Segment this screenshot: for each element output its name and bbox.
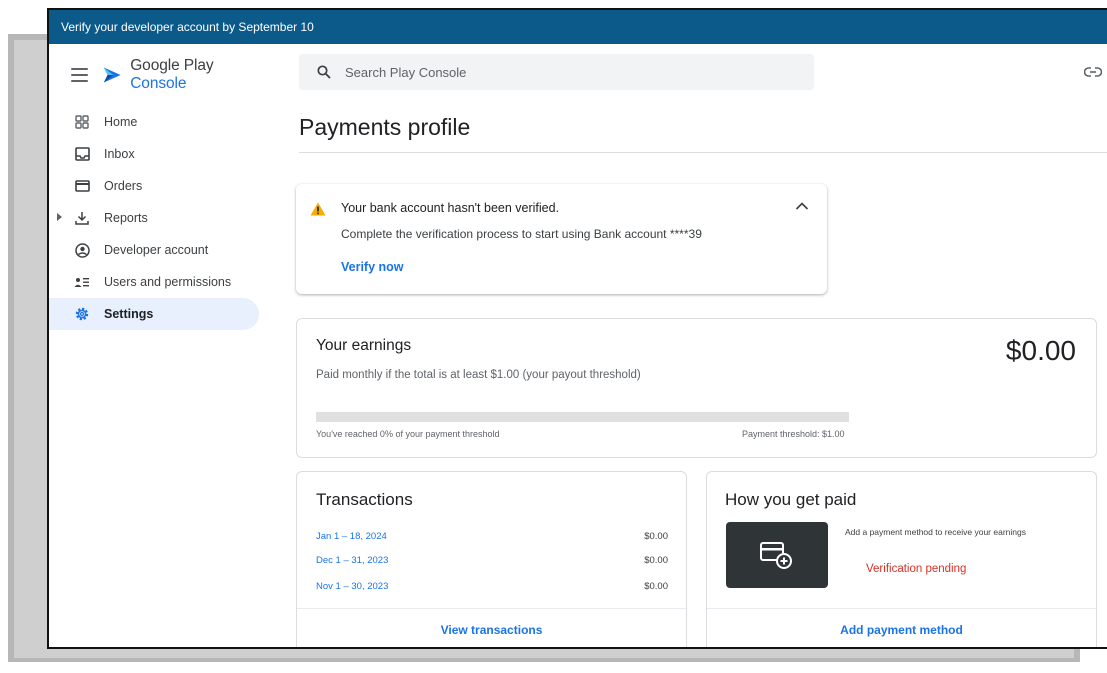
earnings-title: Your earnings — [316, 337, 412, 354]
transaction-period[interactable]: Jan 1 – 18, 2024 — [316, 531, 387, 542]
gear-icon — [74, 306, 90, 322]
sidebar-item-developer-account[interactable]: Developer account — [49, 234, 259, 266]
account-circle-icon — [74, 242, 90, 258]
add-card-icon — [760, 542, 792, 569]
expand-caret-icon[interactable] — [57, 213, 62, 221]
hamburger-menu-icon[interactable] — [71, 68, 88, 82]
transaction-row[interactable]: Nov 1 – 30, 2023 $0.00 — [316, 581, 668, 597]
transaction-row[interactable]: Dec 1 – 31, 2023 $0.00 — [316, 555, 668, 571]
sidebar-item-reports[interactable]: Reports — [49, 202, 259, 234]
payment-method-card: How you get paid Add a payment method to… — [706, 471, 1097, 647]
brand-name[interactable]: Google Play Console — [130, 57, 264, 93]
view-transactions-button[interactable]: View transactions — [297, 623, 686, 637]
transaction-row[interactable]: Jan 1 – 18, 2024 $0.00 — [316, 531, 668, 547]
sidebar-item-label: Reports — [104, 211, 148, 225]
search-bar[interactable] — [299, 54, 814, 90]
payment-method-tile[interactable] — [726, 522, 828, 588]
card-divider — [707, 608, 1096, 609]
progress-label: You've reached 0% of your payment thresh… — [316, 429, 500, 439]
transactions-card: Transactions Jan 1 – 18, 2024 $0.00 Dec … — [296, 471, 687, 647]
sidebar-item-label: Orders — [104, 179, 143, 193]
payout-progress-bar — [316, 412, 849, 422]
sidebar-item-settings[interactable]: Settings — [49, 298, 259, 330]
bank-verification-alert: Your bank account hasn't been verified. … — [296, 184, 827, 294]
transaction-amount: $0.00 — [644, 531, 668, 542]
transaction-amount: $0.00 — [644, 555, 668, 566]
verify-now-link[interactable]: Verify now — [341, 260, 404, 274]
chevron-up-icon[interactable] — [795, 201, 809, 211]
card-divider — [297, 608, 686, 609]
sidebar-item-label: Settings — [104, 307, 154, 321]
threshold-label: Payment threshold: $1.00 — [742, 429, 845, 439]
transaction-period[interactable]: Nov 1 – 30, 2023 — [316, 581, 388, 592]
brand: Google Play Console — [71, 57, 264, 92]
sidebar-item-label: Developer account — [104, 243, 209, 257]
banner-text: Verify your developer account by Septemb… — [61, 20, 314, 34]
warning-icon — [310, 202, 326, 216]
sidebar-item-users-and-permissions[interactable]: Users and permissions — [49, 266, 259, 298]
download-icon — [74, 210, 90, 226]
inbox-icon — [74, 146, 90, 162]
verification-status: Verification pending — [866, 563, 967, 575]
add-payment-method-button[interactable]: Add payment method — [707, 623, 1096, 637]
people-list-icon — [74, 274, 90, 290]
payment-hint: Add a payment method to receive your ear… — [845, 527, 1026, 537]
earnings-card: Your earnings Paid monthly if the total … — [296, 318, 1097, 458]
transaction-period[interactable]: Dec 1 – 31, 2023 — [316, 555, 388, 566]
page-title: Payments profile — [299, 114, 471, 140]
transaction-amount: $0.00 — [644, 581, 668, 592]
sidebar: Google Play Console Home Inbox Orders Re… — [49, 44, 264, 647]
title-divider — [299, 152, 1107, 153]
alert-title: Your bank account hasn't been verified. — [341, 201, 560, 215]
sidebar-nav: Home Inbox Orders Reports Developer acco… — [49, 106, 264, 330]
sidebar-item-orders[interactable]: Orders — [49, 170, 259, 202]
card-icon — [74, 178, 90, 194]
google-play-logo — [103, 67, 121, 83]
alert-body: Complete the verification process to sta… — [341, 227, 702, 241]
sidebar-item-label: Home — [104, 115, 138, 129]
sidebar-item-home[interactable]: Home — [49, 106, 259, 138]
earnings-amount: $0.00 — [1005, 335, 1076, 366]
payment-title: How you get paid — [725, 490, 857, 509]
sidebar-item-label: Users and permissions — [104, 275, 232, 289]
search-icon — [317, 65, 331, 79]
home-grid-icon — [74, 114, 90, 130]
link-icon[interactable] — [1084, 66, 1102, 78]
verification-banner[interactable]: Verify your developer account by Septemb… — [49, 10, 1107, 44]
sidebar-item-label: Inbox — [104, 147, 135, 161]
search-input[interactable] — [345, 64, 785, 80]
sidebar-item-inbox[interactable]: Inbox — [49, 138, 259, 170]
earnings-subtitle: Paid monthly if the total is at least $1… — [316, 369, 641, 381]
app-window: Verify your developer account by Septemb… — [47, 8, 1107, 649]
transactions-title: Transactions — [316, 490, 413, 509]
